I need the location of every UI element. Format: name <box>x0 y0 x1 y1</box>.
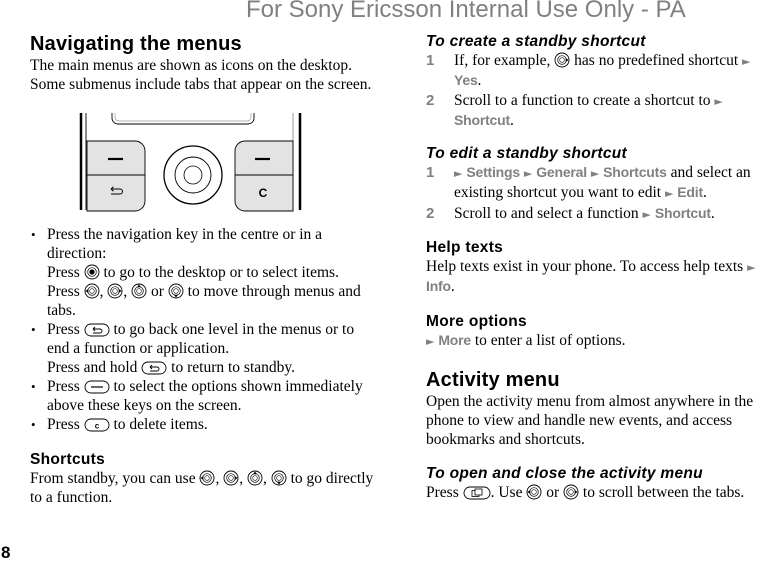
back-key-icon <box>141 361 167 375</box>
nav-up-icon <box>247 470 263 486</box>
left-column: Navigating the menus The main menus are … <box>30 32 375 507</box>
open-close-activity-body: Press . Use or to scroll between the tab… <box>426 484 745 501</box>
edit-step-1: 1 ► Settings ► General ► Shortcuts and s… <box>426 164 751 201</box>
menu-arrow-icon: ► <box>590 167 600 180</box>
nav-left-icon <box>84 283 100 299</box>
menu-arrow-icon: ► <box>747 261 756 274</box>
nav-down-icon <box>168 283 184 299</box>
menu-item-shortcut[interactable]: Shortcut <box>655 205 711 221</box>
menu-arrow-icon: ► <box>664 187 674 200</box>
nav-left-icon <box>526 484 542 500</box>
activity-menu-key-icon <box>463 486 491 500</box>
create-shortcut-heading: To create a standby shortcut <box>426 33 646 50</box>
clear-key: C <box>259 186 268 200</box>
create-step-1: 1 If, for example, has no predefined sho… <box>426 52 751 89</box>
more-options-heading: More options <box>426 313 527 330</box>
menu-item-edit[interactable]: Edit <box>677 184 703 200</box>
watermark: For Sony Ericsson Internal Use Only - PA <box>246 0 686 23</box>
edit-shortcut-steps: 1 ► Settings ► General ► Shortcuts and s… <box>426 163 766 224</box>
nav-left-icon <box>199 470 215 486</box>
menu-item-shortcuts[interactable]: Shortcuts <box>603 164 667 180</box>
navigating-intro: The main menus are shown as icons on the… <box>30 57 372 93</box>
menu-item-general[interactable]: General <box>536 164 587 180</box>
right-selection-key <box>234 140 294 212</box>
menu-item-shortcut[interactable]: Shortcut <box>454 112 510 128</box>
more-options-body: ► More to enter a list of options. <box>426 332 626 349</box>
bullet-back-key: Press to go back one level in the menus … <box>30 320 375 377</box>
bullet-clear-key: Press to delete items. <box>30 415 375 434</box>
nav-right-icon <box>107 283 123 299</box>
navigating-menus-heading: Navigating the menus <box>30 33 242 55</box>
edit-step-2: 2 Scroll to and select a function ► Shor… <box>426 205 715 222</box>
menu-arrow-icon: ► <box>742 55 751 68</box>
nav-down-icon <box>271 470 287 486</box>
menu-item-settings[interactable]: Settings <box>466 164 520 180</box>
nav-centre-icon <box>84 264 100 280</box>
edit-shortcut-heading: To edit a standby shortcut <box>426 145 627 162</box>
left-selection-key <box>86 140 146 212</box>
shortcuts-text: From standby, you can use , , , to go di… <box>30 470 374 506</box>
menu-arrow-icon: ► <box>454 167 463 180</box>
nav-right-icon <box>554 52 570 68</box>
nav-right-icon <box>563 484 579 500</box>
right-column: To create a standby shortcut 1 If, for e… <box>426 32 766 502</box>
menu-arrow-icon: ► <box>523 167 533 180</box>
menu-item-info[interactable]: Info <box>426 278 451 294</box>
menu-item-yes[interactable]: Yes <box>454 72 478 88</box>
navigation-key <box>163 145 223 205</box>
page-number: 8 <box>1 543 11 562</box>
create-step-2: 2 Scroll to a function to create a short… <box>426 92 723 129</box>
menu-arrow-icon: ► <box>642 208 651 221</box>
help-texts-body: Help texts exist in your phone. To acces… <box>426 258 756 295</box>
nav-up-icon <box>131 283 147 299</box>
navigation-bullets: Press the navigation key in the centre o… <box>30 225 375 434</box>
phone-keypad-illustration: C <box>77 113 307 213</box>
create-shortcut-steps: 1 If, for example, has no predefined sho… <box>426 51 766 130</box>
activity-menu-body: Open the activity menu from almost anywh… <box>426 393 754 448</box>
help-texts-heading: Help texts <box>426 239 504 256</box>
menu-arrow-icon: ► <box>714 95 723 108</box>
selection-key-icon <box>84 380 110 394</box>
bullet-selection-key: Press to select the options shown immedi… <box>30 377 375 415</box>
back-key-icon <box>84 323 110 337</box>
menu-arrow-icon: ► <box>426 335 435 348</box>
menu-item-more[interactable]: More <box>438 332 471 348</box>
open-close-activity-heading: To open and close the activity menu <box>426 465 703 482</box>
bullet-navigation-key: Press the navigation key in the centre o… <box>30 225 375 320</box>
activity-menu-heading: Activity menu <box>426 369 560 391</box>
clear-key-icon <box>84 418 110 432</box>
nav-right-icon <box>223 470 239 486</box>
shortcuts-heading: Shortcuts <box>30 451 106 468</box>
